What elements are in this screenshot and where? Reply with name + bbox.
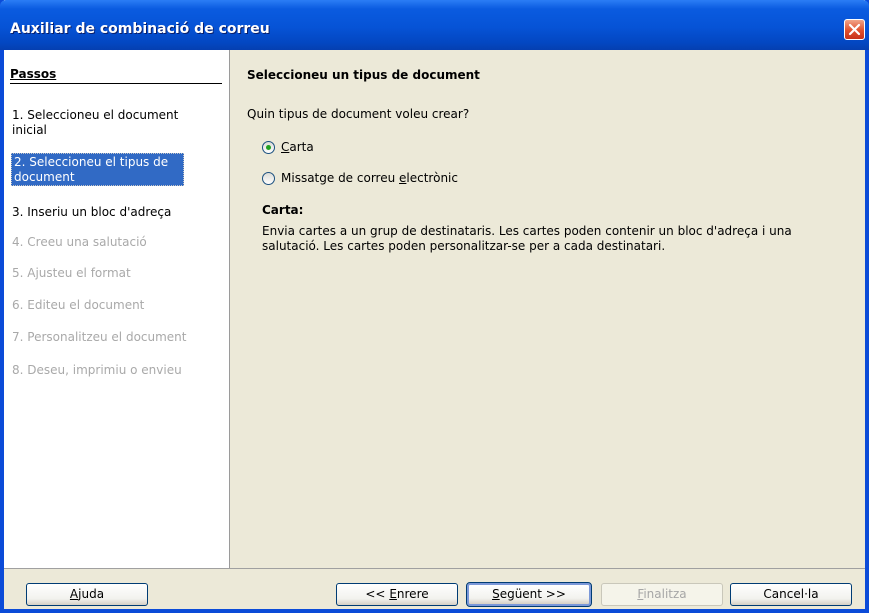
button-separator	[4, 568, 865, 569]
step-edit-document: 6. Editeu el document	[12, 298, 145, 312]
wizard-content: Seleccioneu un tipus de document Quin ti…	[235, 50, 865, 568]
content-heading: Seleccioneu un tipus de document	[247, 68, 480, 82]
close-button[interactable]	[844, 19, 865, 40]
step-adjust-layout: 5. Ajusteu el format	[12, 266, 131, 280]
letter-label[interactable]: Carta	[281, 140, 314, 154]
mail-merge-wizard-window: Auxiliar de combinació de correu Passos …	[0, 0, 869, 613]
close-icon	[848, 23, 861, 36]
step-create-salutation: 4. Creeu una salutació	[12, 235, 147, 249]
finish-button: Finalitza	[601, 583, 723, 606]
next-button[interactable]: Següent >>	[466, 582, 592, 607]
cancel-button[interactable]: Cancel·la	[730, 583, 852, 606]
title-bar[interactable]: Auxiliar de combinació de correu	[0, 0, 869, 50]
description-title: Carta:	[262, 203, 304, 217]
option-email-message[interactable]: Missatge de correu electrònic	[262, 171, 458, 185]
description-text: Envia cartes a un grup de destinataris. …	[262, 224, 792, 253]
document-type-question: Quin tipus de document voleu crear?	[247, 107, 470, 121]
help-button[interactable]: Ajuda	[26, 583, 148, 606]
letter-radio[interactable]	[262, 140, 275, 154]
step-select-starting-document[interactable]: 1. Seleccioneu el document inicial	[12, 108, 192, 138]
window-title: Auxiliar de combinació de correu	[10, 21, 270, 37]
email-radio[interactable]	[262, 171, 275, 185]
email-label[interactable]: Missatge de correu electrònic	[281, 171, 458, 185]
step-select-document-type[interactable]: 2. Seleccioneu el tipus de document	[11, 153, 184, 186]
option-letter[interactable]: Carta	[262, 140, 314, 154]
steps-heading: Passos	[10, 67, 222, 84]
step-personalize-document: 7. Personalitzeu el document	[12, 330, 187, 344]
step-insert-address-block[interactable]: 3. Inseriu un bloc d'adreça	[12, 205, 212, 220]
step-save-print-send: 8. Deseu, imprimiu o envieu	[12, 363, 182, 377]
steps-panel: Passos 1. Seleccioneu el document inicia…	[4, 50, 230, 568]
back-button[interactable]: << Enrere	[336, 583, 458, 606]
